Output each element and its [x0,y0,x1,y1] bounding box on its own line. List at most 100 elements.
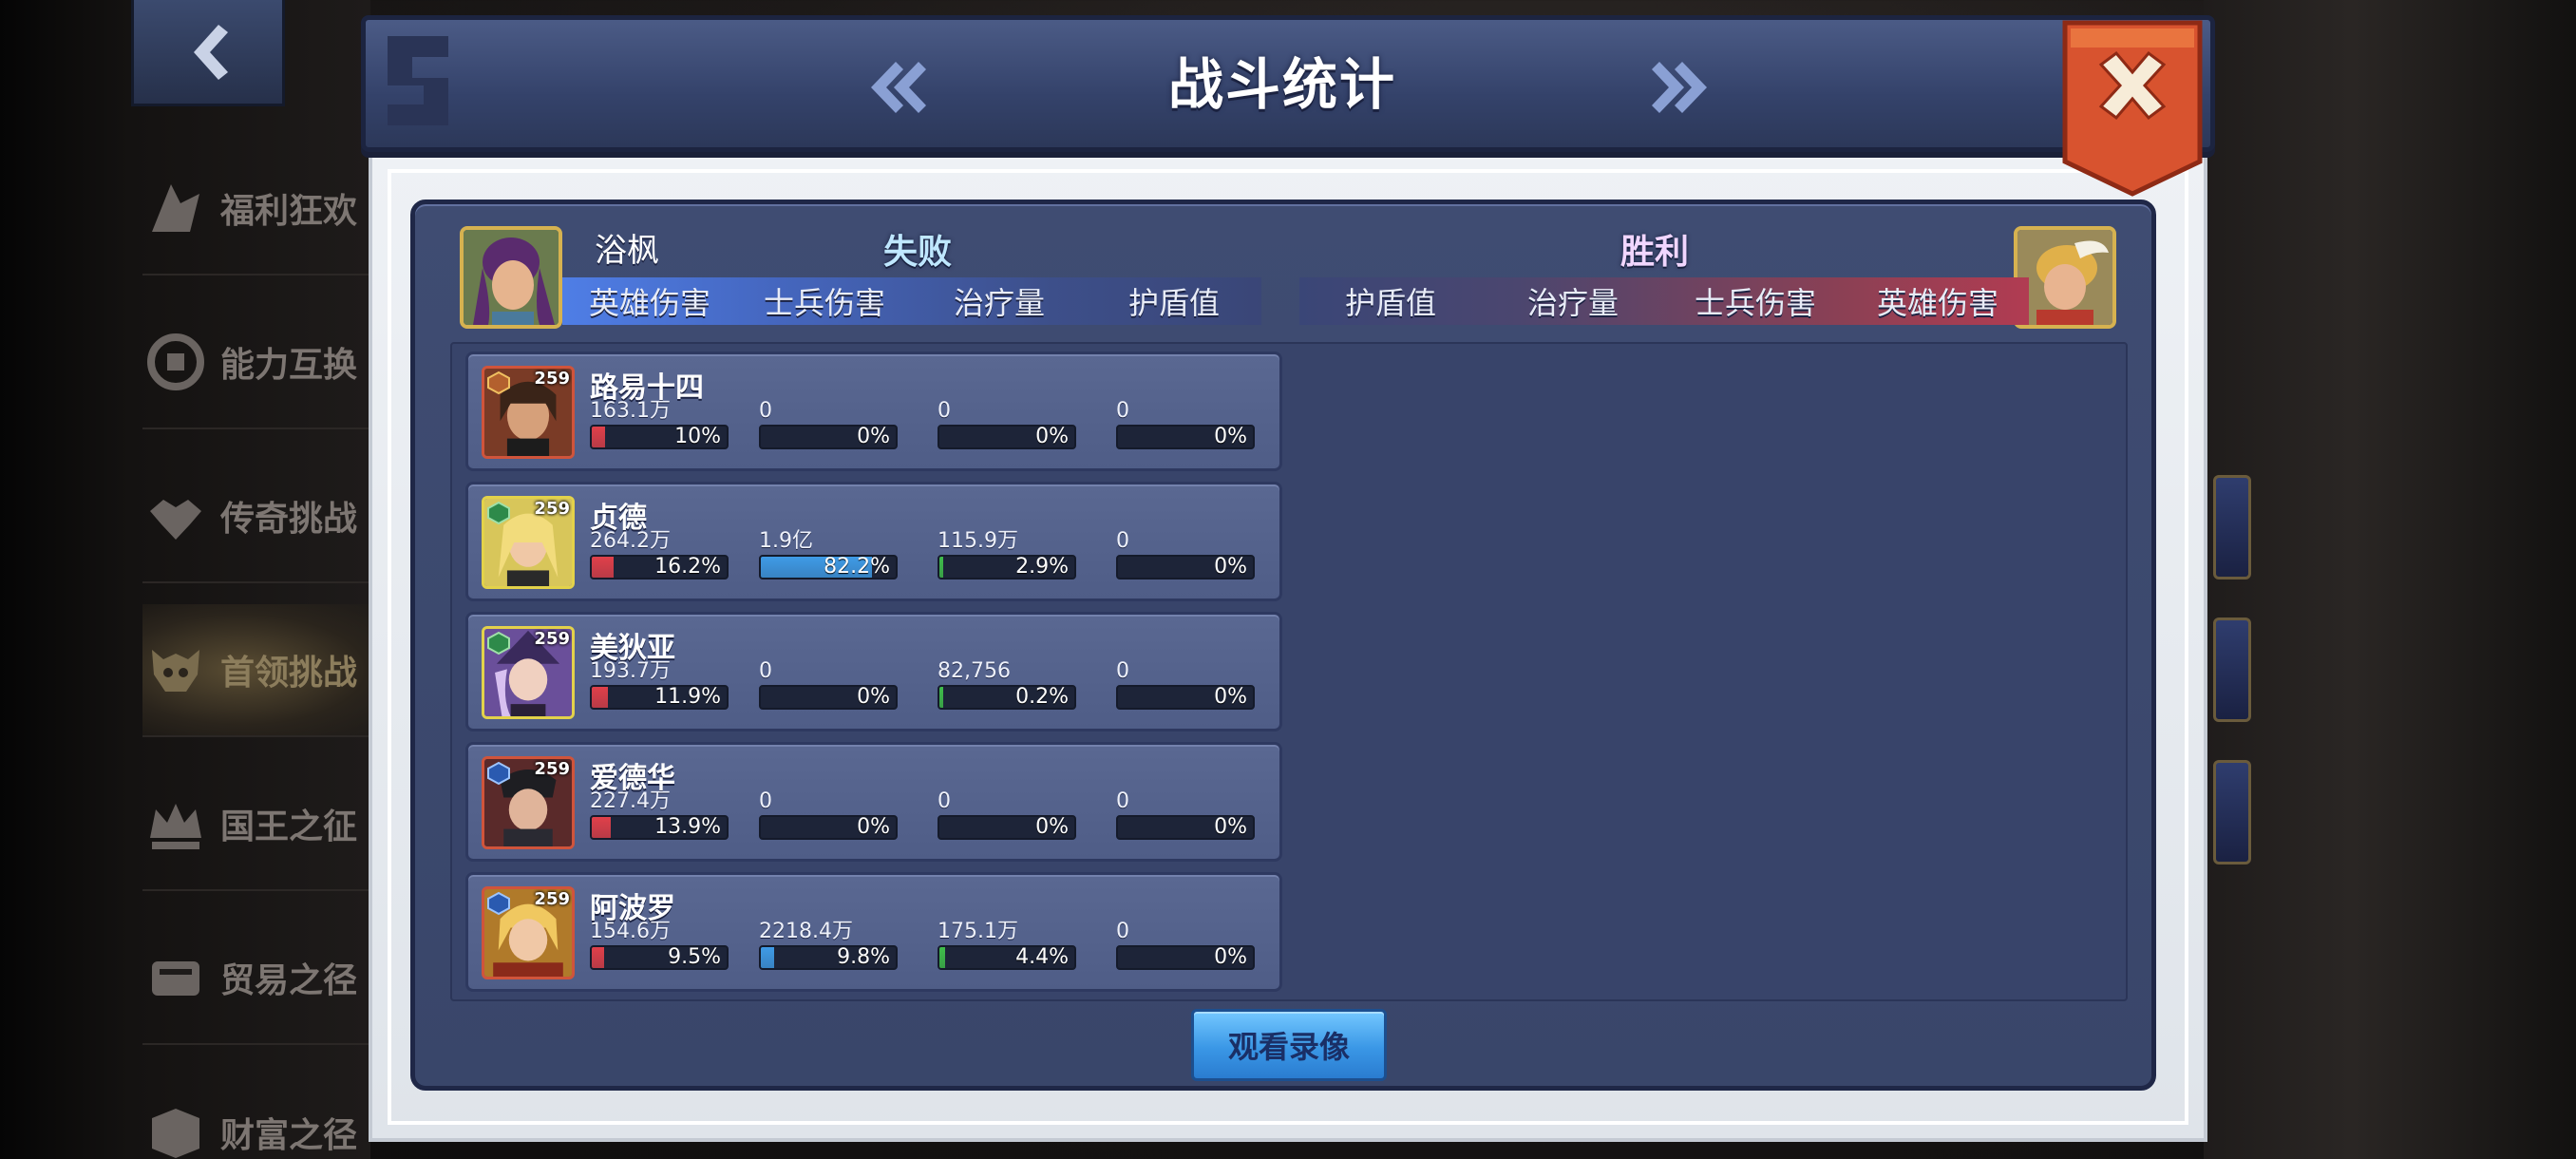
left-result: 失败 [883,233,953,272]
skull-icon [142,636,209,703]
stat-percent: 11.9% [654,685,721,709]
hero-stat-shield: 0 0% [1116,528,1255,580]
stat-percent: 0% [1214,945,1247,969]
hero-avatar[interactable]: 259 [482,756,575,849]
tab-left-hero-damage[interactable]: 英雄伤害 [562,277,737,325]
right-player-avatar[interactable] [2014,226,2116,329]
tab-right-soldier-damage[interactable]: 士兵伤害 [1664,277,1847,325]
sidebar-item-swap[interactable]: 能力互换 [142,296,389,429]
hero-stat-hero-damage: 154.6万 9.5% [590,919,729,970]
hero-stat-healing: 175.1万 4.4% [938,919,1076,970]
hero-class-badge-icon [486,370,511,395]
stat-percent: 0% [1035,815,1069,839]
left-player-avatar[interactable] [460,226,562,329]
hero-stat-soldier-damage: 0 0% [759,788,898,840]
stat-percent: 2.9% [1015,555,1069,579]
sidebar-item-wealth[interactable]: 财富之径 [142,1066,389,1159]
sidebar-item-welfare[interactable]: 福利狂欢 [142,142,389,276]
hero-stat-shield: 0 0% [1116,919,1255,970]
hero-class-badge-icon [486,631,511,656]
stat-percent: 4.4% [1015,945,1069,969]
stat-percent: 16.2% [654,555,721,579]
stat-percent: 0% [1214,815,1247,839]
sidebar-item-label: 财富之径 [220,1116,358,1155]
sidebar-item-trade[interactable]: 贸易之径 [142,912,389,1045]
dialog-title: 战斗统计 [1167,52,1396,117]
stat-percent: 0% [1035,425,1069,448]
hero-stat-soldier-damage: 2218.4万 9.8% [759,919,898,970]
hero-avatar[interactable]: 259 [482,886,575,979]
hero-row: 259 爱德华 227.4万 13.9% 0 0% 0 0% 0 0% [465,742,1282,862]
stat-bar-fill [939,687,943,708]
double-chevron-right-icon [1652,62,1707,113]
tab-right-healing[interactable]: 治疗量 [1482,277,1664,325]
close-button[interactable] [2061,19,2204,198]
hero-level: 259 [534,369,570,389]
left-player-name: 浴枫 [595,232,659,270]
sidebar-item-legend[interactable]: 传奇挑战 [142,450,389,583]
hero-avatar[interactable]: 259 [482,626,575,719]
stat-percent: 0% [1214,685,1247,709]
title-ornament-icon [388,36,448,125]
hero-avatar[interactable]: 259 [482,366,575,459]
hero-stat-healing: 0 0% [938,788,1076,840]
stat-bar-fill [592,817,611,838]
hero-level: 259 [534,889,570,909]
stat-percent: 0% [857,685,890,709]
sidebar-item-label: 贸易之径 [220,961,358,1000]
hero-level: 259 [534,629,570,649]
sidebar-item-boss[interactable]: 首领挑战 [142,604,389,737]
chevron-left-icon [194,24,228,80]
stat-percent: 10% [674,425,721,448]
stat-percent: 0% [1214,555,1247,579]
helmet-icon [142,483,209,549]
hero-row: 259 美狄亚 193.7万 11.9% 0 0% 82,756 0.2% 0 0% [465,612,1282,732]
stat-bar-fill [939,947,945,968]
hero-class-badge-icon [486,501,511,525]
hero-stat-hero-damage: 163.1万 10% [590,398,729,449]
stat-percent: 9.8% [837,945,890,969]
trade-icon [142,944,209,1011]
hero-stat-hero-damage: 193.7万 11.9% [590,658,729,710]
hero-row: 259 贞德 264.2万 16.2% 1.9亿 82.2% 115.9万 2.9% … [465,482,1282,601]
gift-icon [142,175,209,241]
swap-icon [142,329,209,395]
crown-icon [142,790,209,857]
hero-stat-soldier-damage: 0 0% [759,658,898,710]
tab-left-healing[interactable]: 治疗量 [912,277,1087,325]
tab-left-shield[interactable]: 护盾值 [1087,277,1261,325]
hero-stat-hero-damage: 264.2万 16.2% [590,528,729,580]
hero-row: 259 阿波罗 154.6万 9.5% 2218.4万 9.8% 175.1万 4.4… [465,872,1282,992]
watch-replay-button[interactable]: 观看录像 [1191,1009,1387,1081]
hero-stat-soldier-damage: 1.9亿 82.2% [759,528,898,580]
background-card [2213,475,2251,580]
hero-stat-shield: 0 0% [1116,788,1255,840]
prev-stat-button[interactable] [861,49,937,125]
hero-avatar[interactable]: 259 [482,496,575,589]
sidebar-item-king[interactable]: 国王之征 [142,758,389,891]
hero-stat-healing: 82,756 0.2% [938,658,1076,710]
next-stat-button[interactable] [1641,49,1717,125]
treasure-icon [142,1099,209,1159]
stat-bar-fill [761,947,774,968]
sidebar-item-label: 能力互换 [220,346,358,385]
stat-percent: 9.5% [668,945,721,969]
stat-percent: 0% [1214,425,1247,448]
hero-row: 259 路易十四 163.1万 10% 0 0% 0 0% 0 0% [465,352,1282,471]
stat-bar-fill [592,427,605,447]
tab-left-soldier-damage[interactable]: 士兵伤害 [737,277,912,325]
back-button[interactable] [131,0,285,106]
left-stat-tabs: 英雄伤害 士兵伤害 治疗量 护盾值 [562,277,1261,325]
hero-stat-soldier-damage: 0 0% [759,398,898,449]
right-result: 胜利 [1620,233,1690,272]
background-card [2213,760,2251,864]
hero-class-badge-icon [486,891,511,916]
sidebar-item-label: 福利狂欢 [220,192,358,231]
stat-percent: 82.2% [824,555,890,579]
stat-percent: 13.9% [654,815,721,839]
hero-stat-shield: 0 0% [1116,398,1255,449]
tab-right-shield[interactable]: 护盾值 [1299,277,1482,325]
sidebar-item-label: 国王之征 [220,808,358,846]
tab-right-hero-damage[interactable]: 英雄伤害 [1847,277,2029,325]
stat-bar-fill [592,687,608,708]
